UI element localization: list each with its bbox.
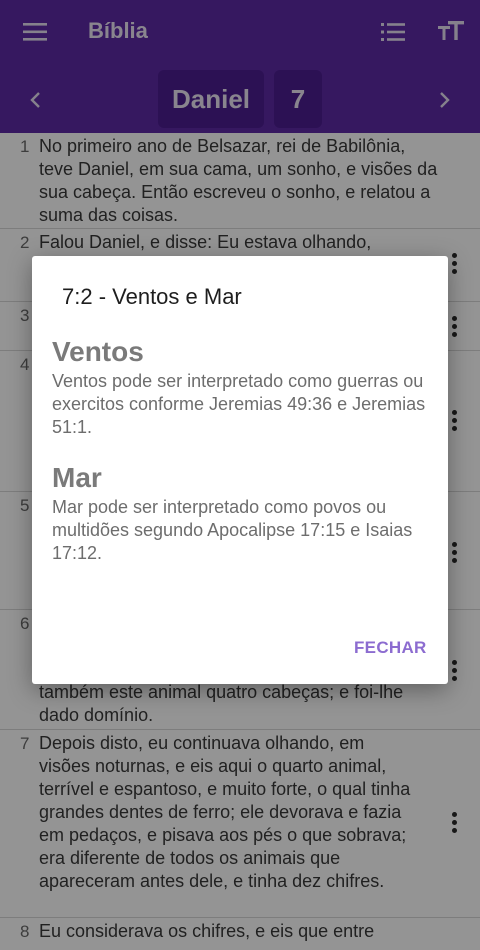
section-text: Mar pode ser interpretado como povos ou … bbox=[52, 497, 413, 563]
section-heading: Mar bbox=[52, 462, 102, 493]
section-text: Ventos pode ser interpretado como guerra… bbox=[52, 371, 426, 437]
dialog-title: 7:2 - Ventos e Mar bbox=[62, 284, 242, 309]
close-button[interactable]: FECHAR bbox=[354, 638, 427, 658]
section-heading: Ventos bbox=[52, 336, 144, 367]
verse-note-dialog: 7:2 - Ventos e Mar Ventos Ventos pode se… bbox=[32, 256, 448, 684]
